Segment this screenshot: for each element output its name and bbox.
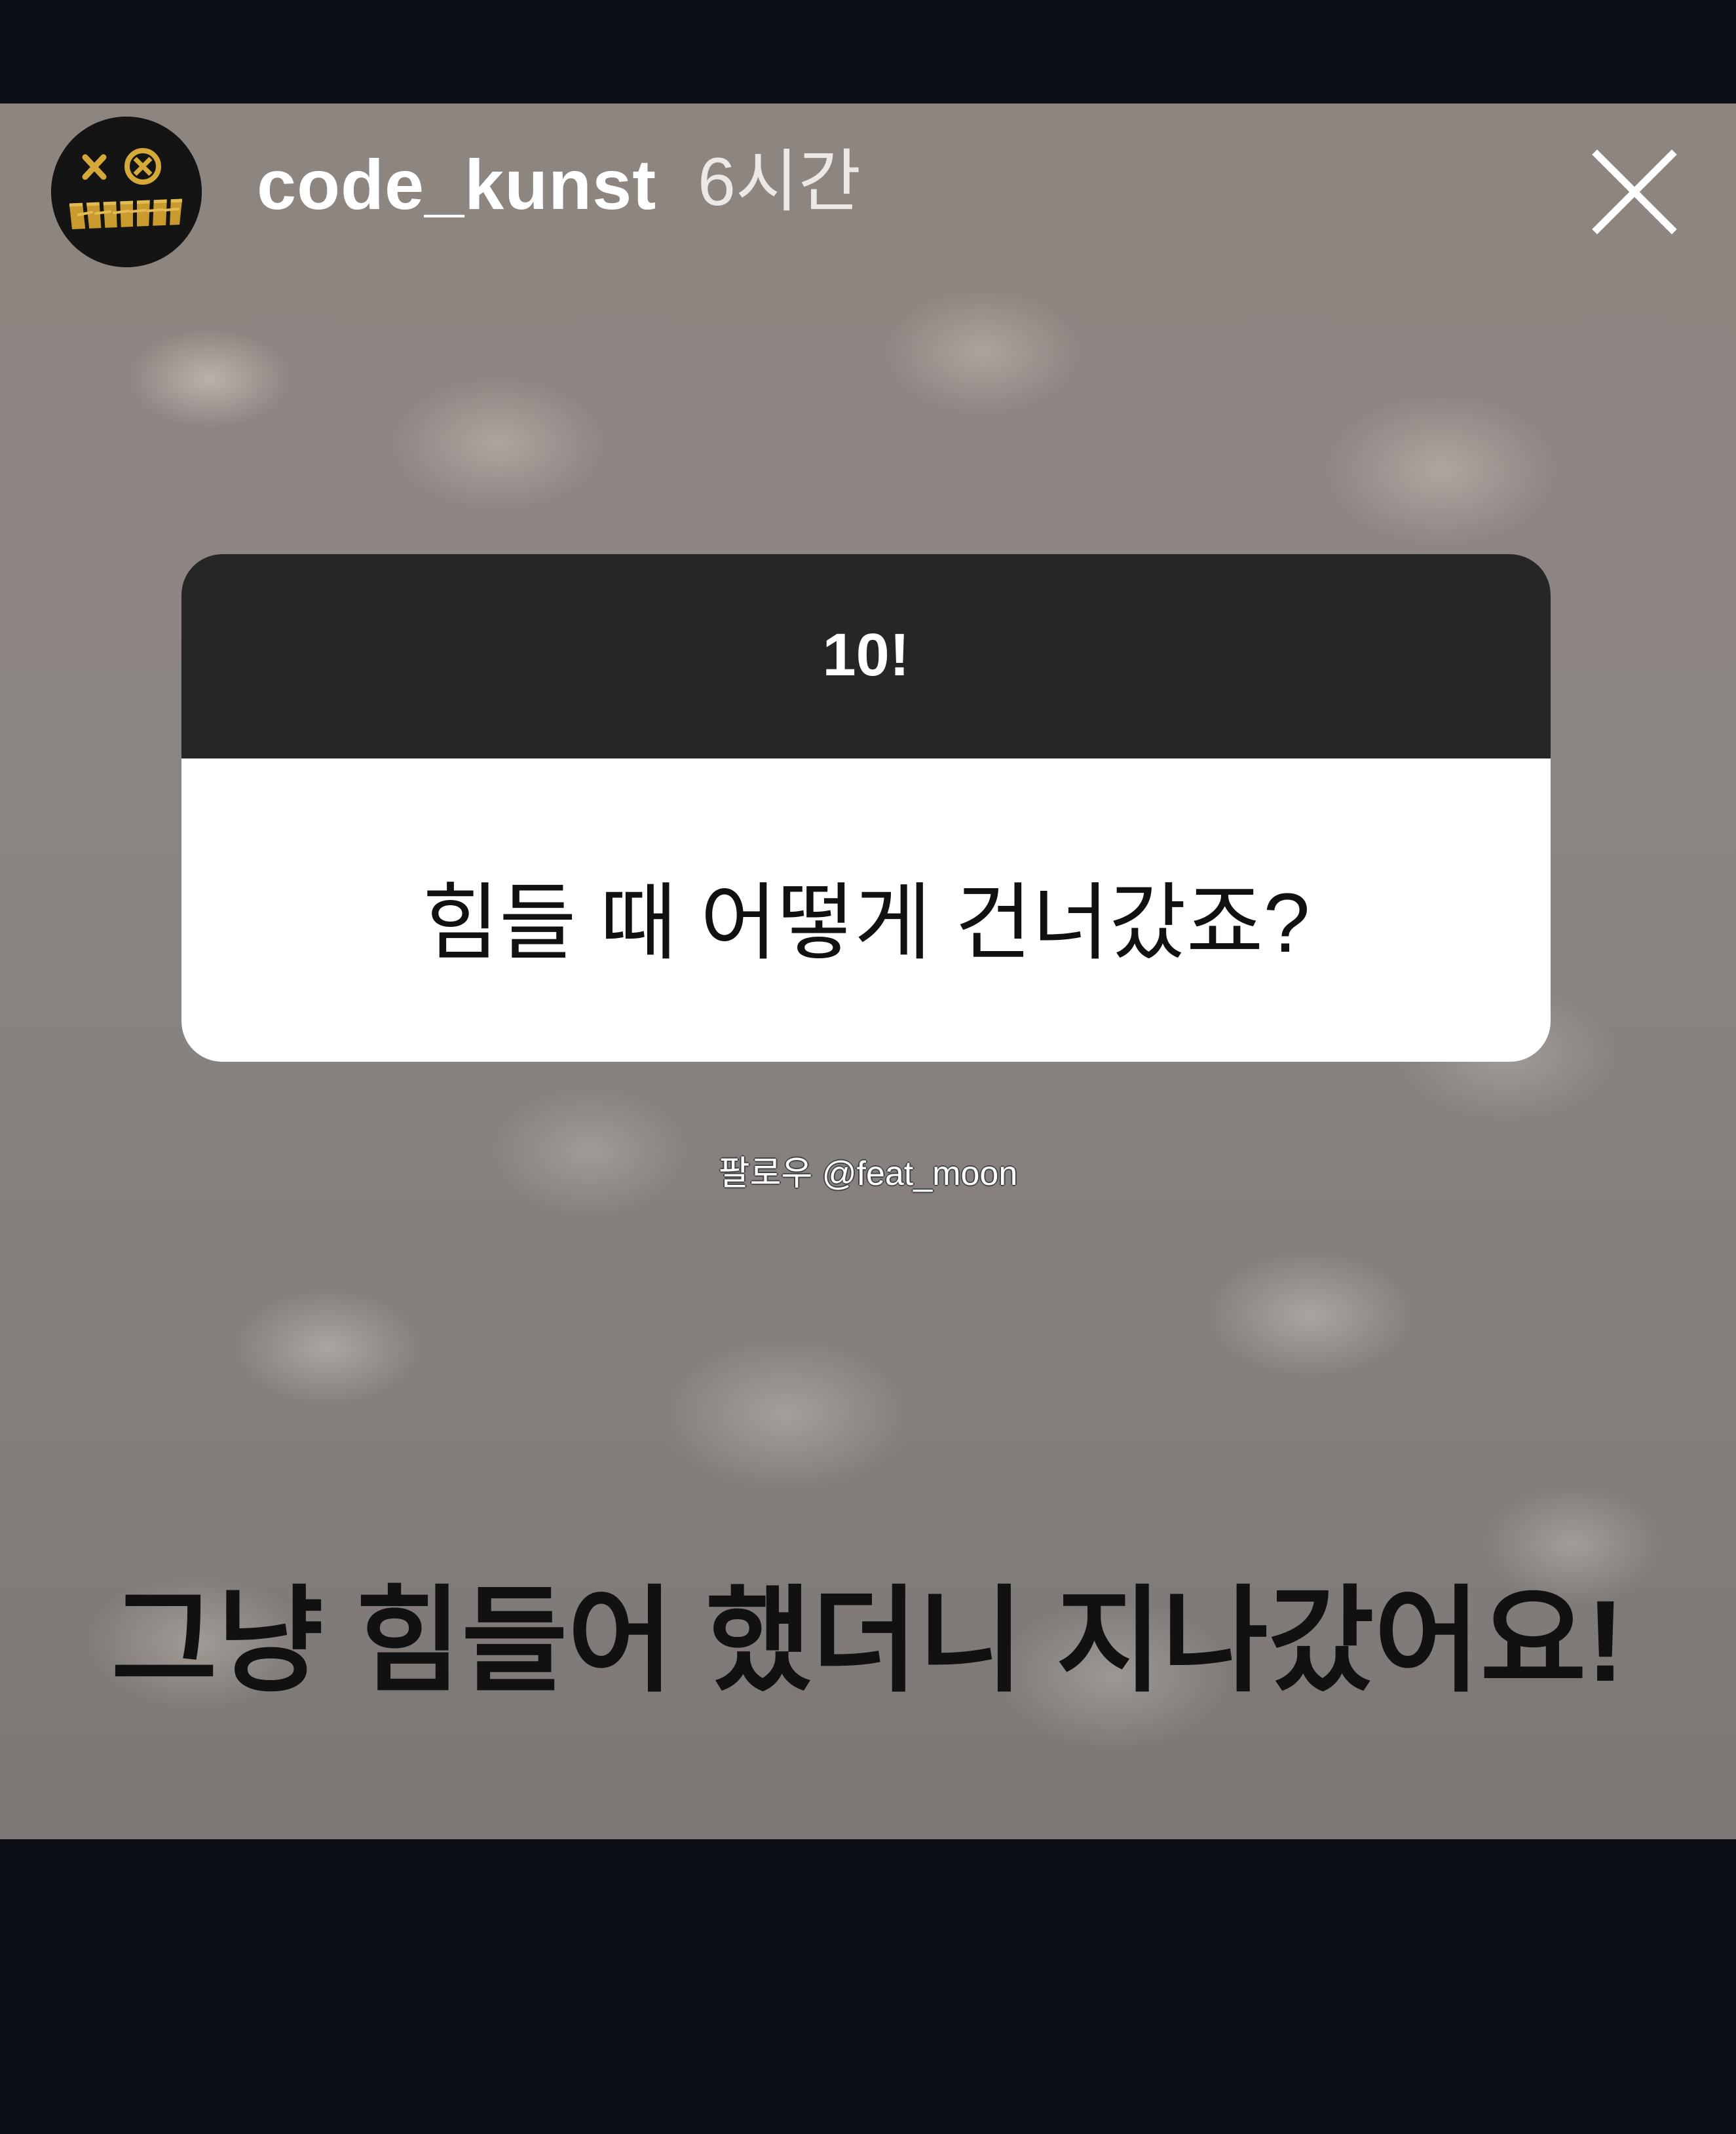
close-button[interactable]	[1585, 143, 1684, 241]
question-sticker-header: 10!	[181, 554, 1551, 758]
story-username[interactable]: code_kunst	[257, 149, 656, 220]
question-sticker: 10! 힘들 때 어떻게 건너갔죠?	[181, 554, 1551, 1062]
watermark-text: 팔로우 @feat_moon	[718, 1155, 1018, 1193]
skull-logo-icon	[51, 117, 202, 267]
question-sticker-title: 10!	[822, 622, 910, 688]
profile-avatar[interactable]	[51, 117, 202, 267]
story-timestamp: 6시간	[698, 144, 861, 220]
answer-text: 그냥 힘들어 했더니 지나갔어요!	[111, 1577, 1625, 1706]
close-icon	[1592, 149, 1677, 234]
screen-frame: code_kunst 6시간 10! 힘들 때 어떻게 건너갔죠? 팔로우 @f…	[0, 0, 1736, 2134]
question-text: 힘들 때 어떻게 건너갔죠?	[422, 876, 1310, 970]
story-view[interactable]: code_kunst 6시간 10! 힘들 때 어떻게 건너갔죠? 팔로우 @f…	[0, 103, 1736, 1839]
